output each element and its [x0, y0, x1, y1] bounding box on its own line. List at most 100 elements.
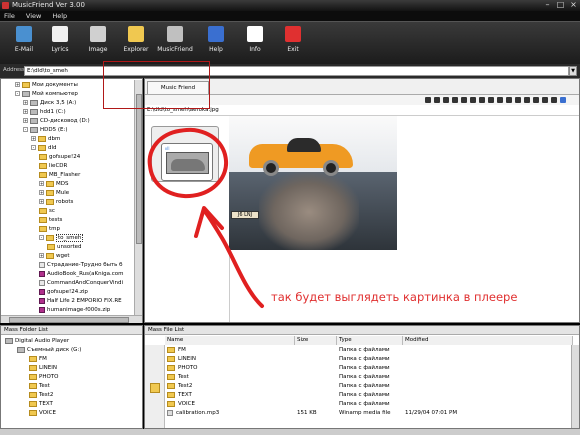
view-tool-icon[interactable]	[560, 97, 566, 103]
view-tool-icon[interactable]	[470, 97, 476, 103]
close-icon[interactable]: ×	[569, 1, 578, 9]
mass-folder-item[interactable]: VOICE	[29, 409, 56, 418]
crop-selection-rectangle[interactable]	[103, 61, 210, 109]
collapse-icon[interactable]: -	[39, 235, 44, 240]
file-row-name[interactable]: Test2	[167, 382, 192, 390]
tree-item[interactable]: Страдание-Трудно быть б	[39, 261, 123, 270]
view-tool-icon[interactable]	[452, 97, 458, 103]
file-row-name[interactable]: Test	[167, 373, 189, 381]
column-header-type[interactable]: Type	[337, 336, 403, 345]
tree-item[interactable]: MB_Flasher	[39, 171, 80, 180]
address-dropdown-icon[interactable]: ▼	[569, 66, 577, 76]
file-row-name[interactable]: TEXT	[167, 391, 192, 399]
mass-folder-item[interactable]: FM	[29, 355, 47, 364]
file-row-name[interactable]: PHOTO	[167, 364, 197, 372]
tree-item[interactable]: + MDS	[39, 180, 68, 189]
view-tool-icon[interactable]	[434, 97, 440, 103]
toolbar-button-musicfriend[interactable]: MusicFriend	[157, 26, 193, 64]
view-tool-icon[interactable]	[533, 97, 539, 103]
tree-horizontal-scrollbar[interactable]	[1, 315, 142, 323]
mass-folder-item[interactable]: PHOTO	[29, 373, 58, 382]
tree-item[interactable]: lieCDR	[39, 162, 67, 171]
column-header-name[interactable]: Name	[165, 336, 295, 345]
mass-folder-item[interactable]: TEXT	[29, 400, 53, 409]
tree-item[interactable]: CommandAndConquerVindi	[39, 279, 123, 288]
view-tool-icon[interactable]	[461, 97, 467, 103]
tree-item[interactable]: - HDD5 (E:)	[23, 126, 67, 135]
column-header-modified[interactable]: Modified	[403, 336, 573, 345]
file-row-name[interactable]: VOICE	[167, 400, 195, 408]
view-tool-icon[interactable]	[497, 97, 503, 103]
view-tool-icon[interactable]	[425, 97, 431, 103]
tree-item[interactable]: + Мои документы	[15, 81, 78, 90]
maximize-icon[interactable]: □	[556, 1, 565, 9]
tree-item[interactable]: tmp	[39, 225, 60, 234]
tree-item[interactable]: - dld	[31, 144, 57, 153]
file-row-name[interactable]: FM	[167, 346, 186, 354]
scroll-thumb[interactable]	[9, 317, 129, 323]
mass-folder-item[interactable]: Test2	[29, 391, 53, 400]
tree-item[interactable]: Half Life 2 EMPORIO FIX.RE	[39, 297, 122, 306]
mass-folder-item[interactable]: Digital Audio Player	[5, 337, 69, 346]
menu-view[interactable]: View	[26, 11, 41, 21]
info-icon	[247, 26, 263, 42]
tree-item[interactable]: + Диск 3,5 (A:)	[23, 99, 76, 108]
toolbar-button-image[interactable]: Image	[80, 26, 116, 64]
view-tool-icon[interactable]	[551, 97, 557, 103]
view-tool-icon[interactable]	[506, 97, 512, 103]
toolbar-button-help[interactable]: Help	[198, 26, 234, 64]
expand-icon[interactable]: +	[31, 136, 36, 141]
file-row-name[interactable]: calibration.mp3	[167, 409, 219, 417]
tree-item[interactable]: - to_smeh	[39, 234, 84, 243]
tree-item[interactable]: AudioBook_Rus(aKniga.com	[39, 270, 124, 279]
scroll-thumb[interactable]	[136, 94, 142, 244]
mass-folder-item[interactable]: Test	[29, 382, 50, 391]
minimize-icon[interactable]: –	[543, 1, 552, 9]
toolbar-button-explorer[interactable]: Explorer	[118, 26, 154, 64]
tree-item[interactable]: - Мой компьютер	[15, 90, 78, 99]
expand-icon[interactable]: +	[23, 109, 28, 114]
menu-file[interactable]: File	[4, 11, 15, 21]
mass-folder-item[interactable]: LINEIN	[29, 364, 57, 373]
tree-vertical-scrollbar[interactable]	[134, 80, 142, 320]
file-row-name[interactable]: LINEIN	[167, 355, 196, 363]
toolbar-button-exit[interactable]: Exit	[275, 26, 311, 64]
tree-item[interactable]: gofsupe!24.zip	[39, 288, 88, 297]
view-tool-icon[interactable]	[515, 97, 521, 103]
folder-up-icon[interactable]	[150, 383, 160, 393]
tree-item[interactable]: tests	[39, 216, 62, 225]
view-tool-icon[interactable]	[542, 97, 548, 103]
view-tool-icon[interactable]	[443, 97, 449, 103]
column-header-size[interactable]: Size	[295, 336, 337, 345]
tree-item[interactable]: sc	[39, 207, 55, 216]
view-tool-icon[interactable]	[479, 97, 485, 103]
toolbar-button-email[interactable]: E-Mail	[6, 26, 42, 64]
tree-item-label: to_smeh	[56, 234, 84, 242]
mass-folder-item[interactable]: Съемный диск (G:)	[17, 346, 81, 355]
menu-help[interactable]: Help	[52, 11, 67, 21]
tree-item[interactable]: humanimage-f000s.zip	[39, 306, 110, 315]
expand-icon[interactable]: +	[15, 82, 20, 87]
expand-icon[interactable]: +	[23, 118, 28, 123]
view-tool-icon[interactable]	[488, 97, 494, 103]
expand-icon[interactable]: +	[39, 181, 44, 186]
collapse-icon[interactable]: -	[15, 91, 20, 96]
toolbar-button-lyrics[interactable]: Lyrics	[42, 26, 78, 64]
tree-item[interactable]: gofsupe!24	[39, 153, 80, 162]
collapse-icon[interactable]: -	[23, 127, 28, 132]
expand-icon[interactable]: +	[23, 100, 28, 105]
expand-icon[interactable]: +	[39, 253, 44, 258]
tree-item[interactable]: + robots	[39, 198, 73, 207]
expand-icon[interactable]: +	[39, 199, 44, 204]
tree-item[interactable]: + wget	[39, 252, 70, 261]
tree-item[interactable]: + Mule	[39, 189, 69, 198]
file-list-scrollbar[interactable]	[571, 345, 579, 428]
tree-item[interactable]: + hdd1 (C:)	[23, 108, 66, 117]
expand-icon[interactable]: +	[39, 190, 44, 195]
view-tool-icon[interactable]	[524, 97, 530, 103]
tree-item[interactable]: + dbm	[31, 135, 60, 144]
tree-item[interactable]: + CD-дисковод (D:)	[23, 117, 90, 126]
collapse-icon[interactable]: -	[31, 145, 36, 150]
toolbar-button-info[interactable]: Info	[237, 26, 273, 64]
tree-item[interactable]: unsorted	[47, 243, 82, 252]
